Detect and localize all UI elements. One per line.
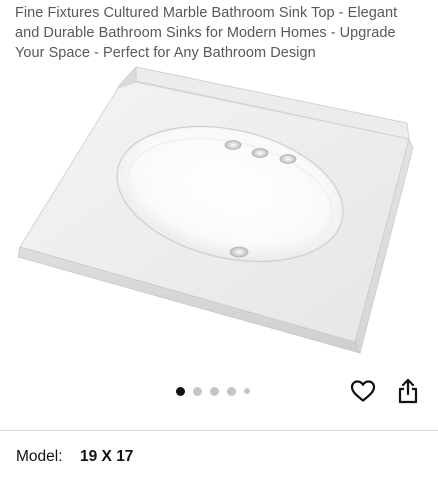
carousel-dot-1[interactable]: [176, 386, 185, 396]
spec-row-model: Model: 19 X 17: [16, 446, 133, 468]
spec-value: 19 X 17: [80, 448, 134, 465]
product-title: Fine Fixtures Cultured Marble Bathroom S…: [15, 5, 398, 61]
spec-label: Model:: [16, 448, 63, 465]
add-to-list-button[interactable]: [347, 375, 379, 407]
heart-icon: [350, 380, 376, 402]
carousel-dot-3[interactable]: [210, 386, 219, 396]
product-detail-page: Fine Fixtures Cultured Marble Bathroom S…: [0, 0, 438, 480]
share-icon: [398, 378, 418, 404]
share-button[interactable]: [392, 375, 424, 407]
section-divider: [0, 430, 438, 431]
image-carousel-indicator[interactable]: [176, 384, 250, 398]
carousel-dot-4[interactable]: [227, 386, 236, 396]
carousel-dot-2[interactable]: [193, 386, 202, 396]
carousel-dot-5[interactable]: [244, 388, 250, 394]
product-image[interactable]: [0, 66, 438, 366]
